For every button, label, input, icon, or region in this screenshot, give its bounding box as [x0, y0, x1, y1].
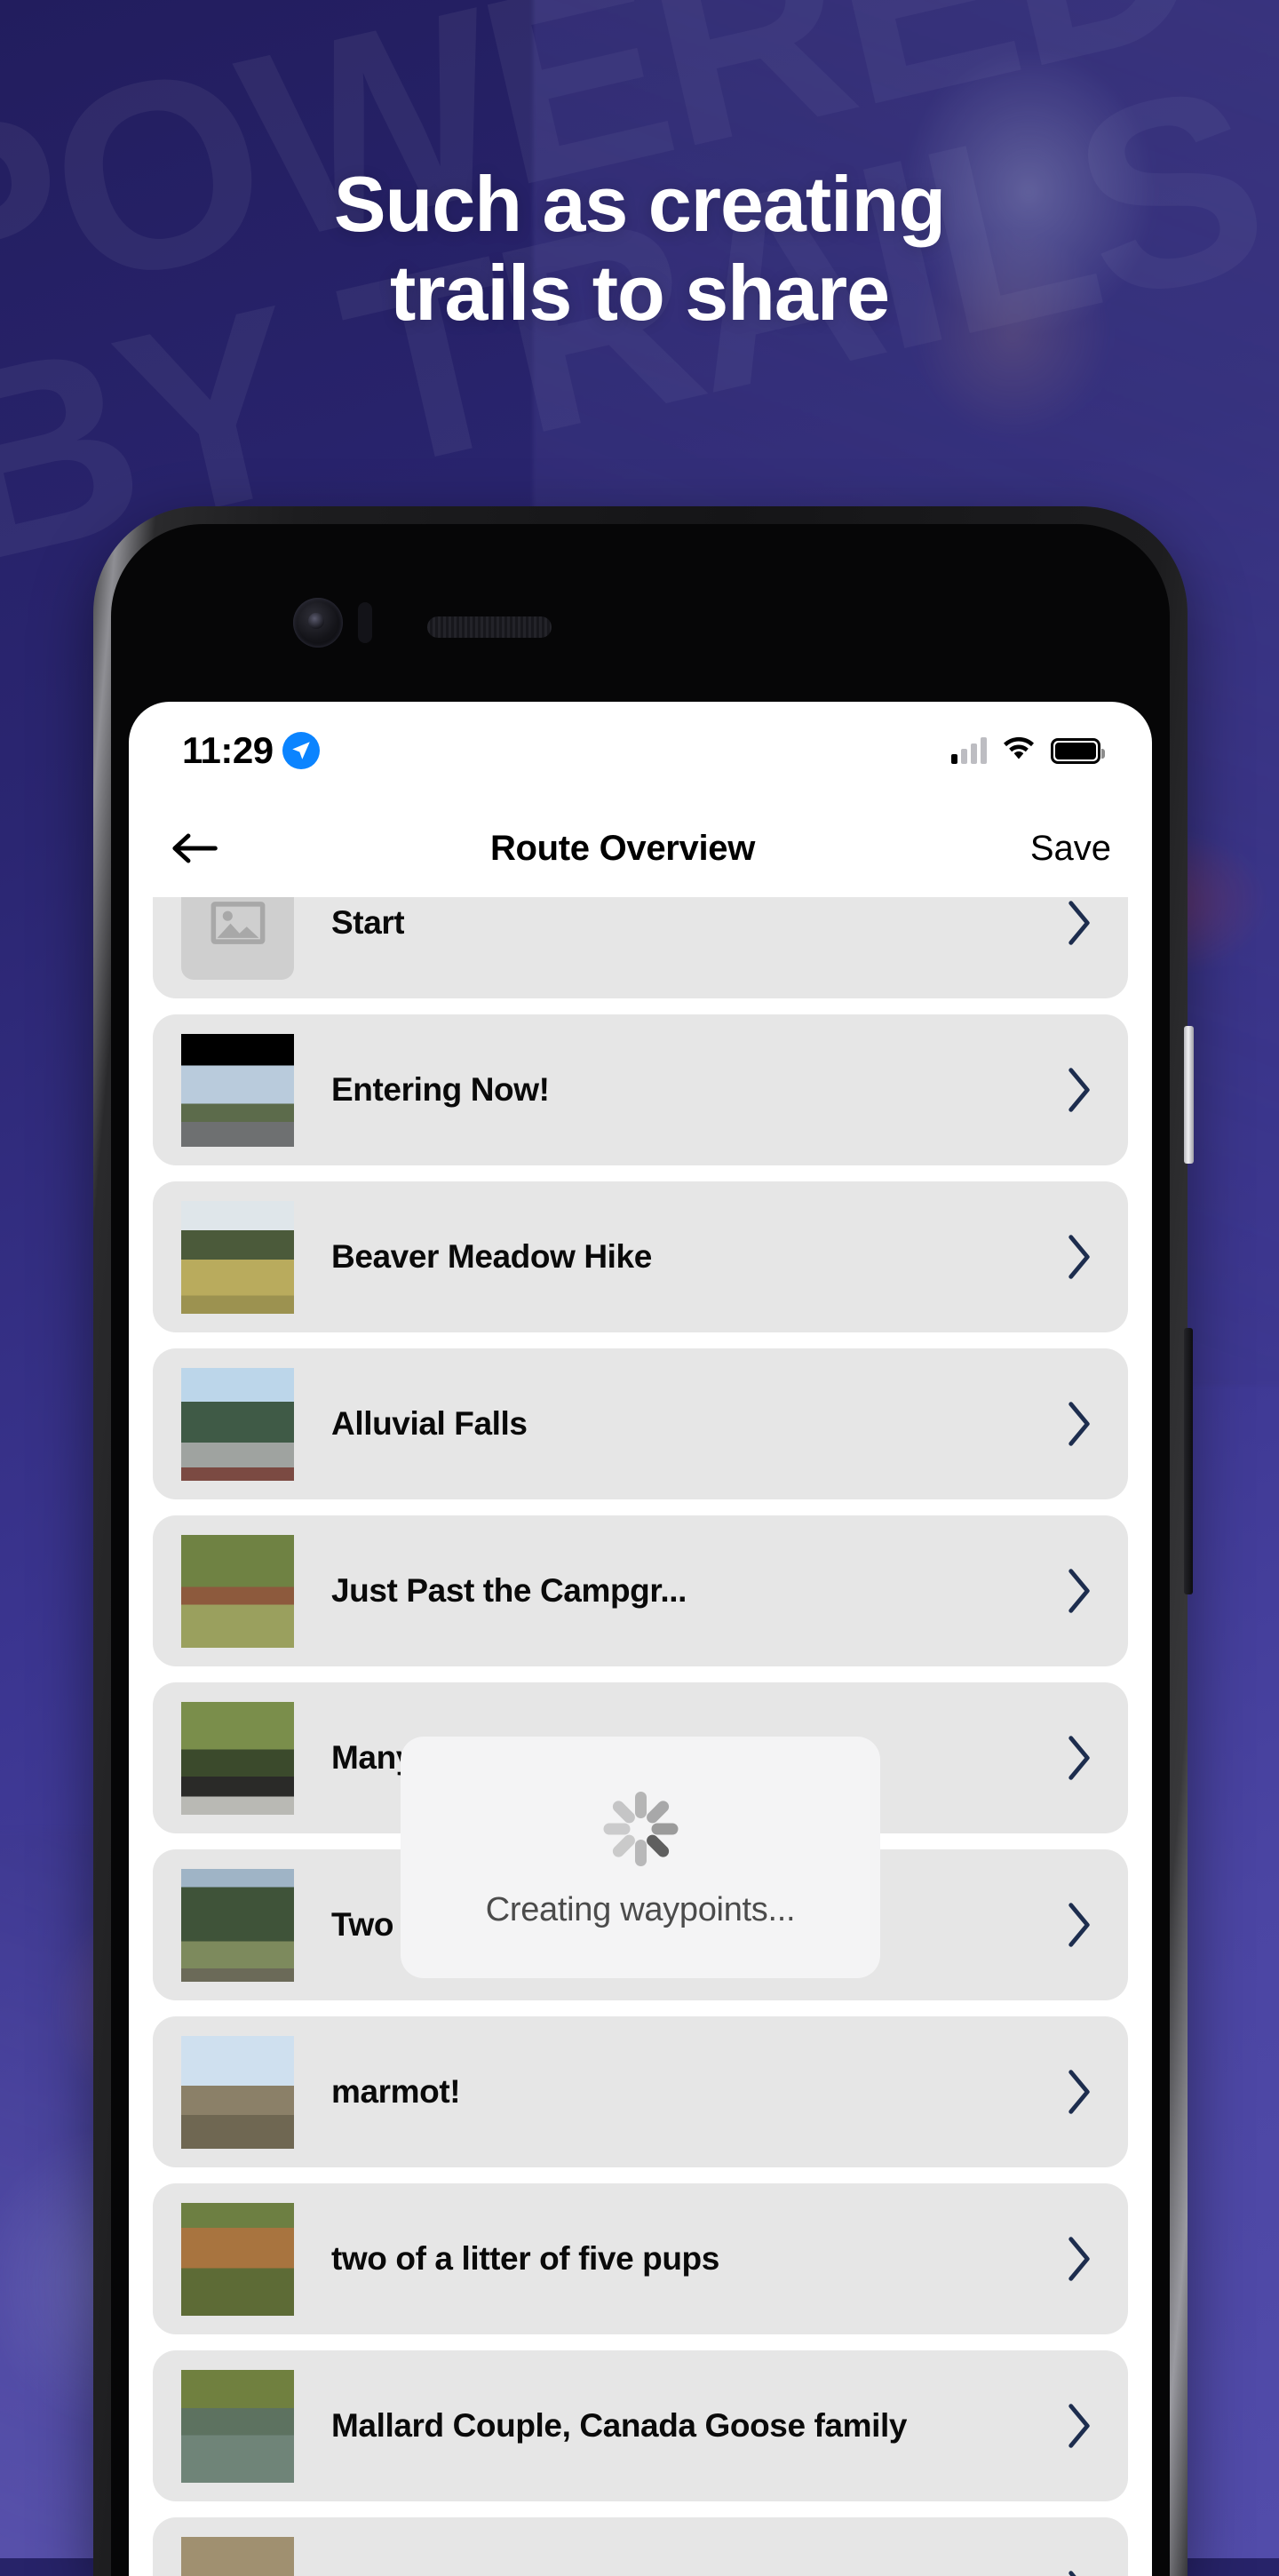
- waypoint-row[interactable]: Start: [153, 897, 1128, 998]
- arrow-left-icon: [170, 831, 219, 865]
- waypoint-label: Just Past the Campgr...: [331, 1572, 687, 1610]
- phone-screen: 11:29: [129, 702, 1152, 2576]
- activity-spinner-icon: [598, 1786, 683, 1872]
- waypoint-row[interactable]: Entering Now!: [153, 1014, 1128, 1165]
- back-button[interactable]: [170, 831, 250, 865]
- waypoint-label: Mallard Couple, Canada Goose family: [331, 2407, 907, 2445]
- photo-meadow: [181, 1201, 294, 1314]
- loading-message: Creating waypoints...: [486, 1891, 796, 1929]
- waypoint-row[interactable]: [153, 2517, 1128, 2576]
- chevron-right-icon[interactable]: [1066, 1234, 1092, 1280]
- save-button[interactable]: Save: [996, 829, 1111, 869]
- volume-button[interactable]: [1184, 1328, 1193, 1594]
- status-bar-left: 11:29: [182, 729, 320, 772]
- location-arrow-icon: [282, 732, 320, 769]
- status-bar-right: [951, 735, 1100, 766]
- waypoint-label: Beaver Meadow Hike: [331, 1238, 652, 1276]
- waypoint-label: Alluvial Falls: [331, 1405, 528, 1443]
- placeholder-image-icon: [181, 897, 294, 980]
- photo-marmot: [181, 2036, 294, 2149]
- headline-line-1: Such as creating: [0, 160, 1279, 249]
- page-title: Route Overview: [250, 829, 996, 869]
- waypoint-row[interactable]: marmot!: [153, 2016, 1128, 2167]
- waypoint-row[interactable]: Alluvial Falls: [153, 1348, 1128, 1499]
- photo-ducks: [181, 2370, 294, 2483]
- chevron-right-icon[interactable]: [1066, 2403, 1092, 2449]
- waypoint-label: Start: [331, 904, 404, 942]
- photo-falls: [181, 1368, 294, 1481]
- chevron-right-icon[interactable]: [1066, 1568, 1092, 1614]
- chevron-right-icon[interactable]: [1066, 1902, 1092, 1948]
- waypoint-label: marmot!: [331, 2073, 460, 2111]
- photo-moose: [181, 1702, 294, 1815]
- chevron-right-icon[interactable]: [1066, 2236, 1092, 2282]
- battery-icon: [1051, 738, 1100, 764]
- waypoint-row[interactable]: two of a litter of five pups: [153, 2183, 1128, 2334]
- navigation-bar: Route Overview Save: [129, 799, 1152, 897]
- waypoint-label: Entering Now!: [331, 1071, 550, 1109]
- photo-road-trees: [181, 1034, 294, 1147]
- photo-partial: [181, 2537, 294, 2576]
- headline-line-2: trails to share: [0, 249, 1279, 338]
- sensor-icon: [358, 602, 372, 643]
- battery-level-fill: [1055, 743, 1096, 759]
- waypoint-row[interactable]: Just Past the Campgr...: [153, 1515, 1128, 1666]
- status-bar: 11:29: [129, 702, 1152, 799]
- photo-campground: [181, 1535, 294, 1648]
- chevron-right-icon[interactable]: [1066, 2570, 1092, 2576]
- power-button[interactable]: [1184, 1026, 1194, 1164]
- chevron-right-icon[interactable]: [1066, 2069, 1092, 2115]
- earpiece-speaker-icon: [427, 616, 552, 638]
- front-camera-icon: [293, 598, 343, 648]
- loading-dialog: Creating waypoints...: [401, 1737, 880, 1978]
- status-time: 11:29: [182, 729, 274, 772]
- cellular-signal-icon: [951, 737, 987, 764]
- photo-moose-elk: [181, 1869, 294, 1982]
- chevron-right-icon[interactable]: [1066, 1067, 1092, 1113]
- phone-mockup: 11:29: [93, 506, 1188, 2576]
- wifi-icon: [1001, 735, 1037, 766]
- waypoint-label: two of a litter of five pups: [331, 2240, 719, 2278]
- chevron-right-icon[interactable]: [1066, 1401, 1092, 1447]
- promo-headline: Such as creating trails to share: [0, 160, 1279, 338]
- waypoint-row[interactable]: Beaver Meadow Hike: [153, 1181, 1128, 1332]
- waypoint-row[interactable]: Mallard Couple, Canada Goose family: [153, 2350, 1128, 2501]
- photo-fox-pups: [181, 2203, 294, 2316]
- chevron-right-icon[interactable]: [1066, 900, 1092, 946]
- chevron-right-icon[interactable]: [1066, 1735, 1092, 1781]
